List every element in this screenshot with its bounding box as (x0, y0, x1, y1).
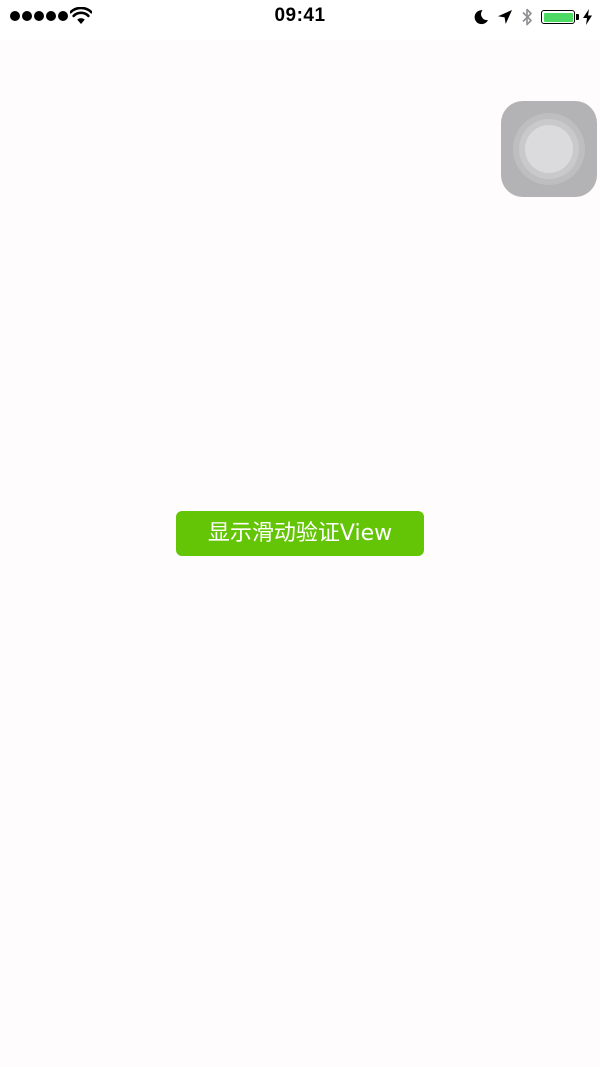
battery-icon (541, 10, 579, 24)
assistive-touch-icon[interactable] (501, 101, 597, 197)
location-arrow-icon (498, 10, 512, 24)
show-slide-verify-button[interactable]: 显示滑动验证View (176, 511, 424, 556)
charging-bolt-icon (583, 9, 592, 25)
moon-icon (474, 10, 488, 25)
status-bar: 09:41 (0, 0, 600, 40)
battery-fill (543, 12, 573, 22)
bluetooth-icon (522, 8, 532, 26)
status-icons (473, 6, 592, 28)
